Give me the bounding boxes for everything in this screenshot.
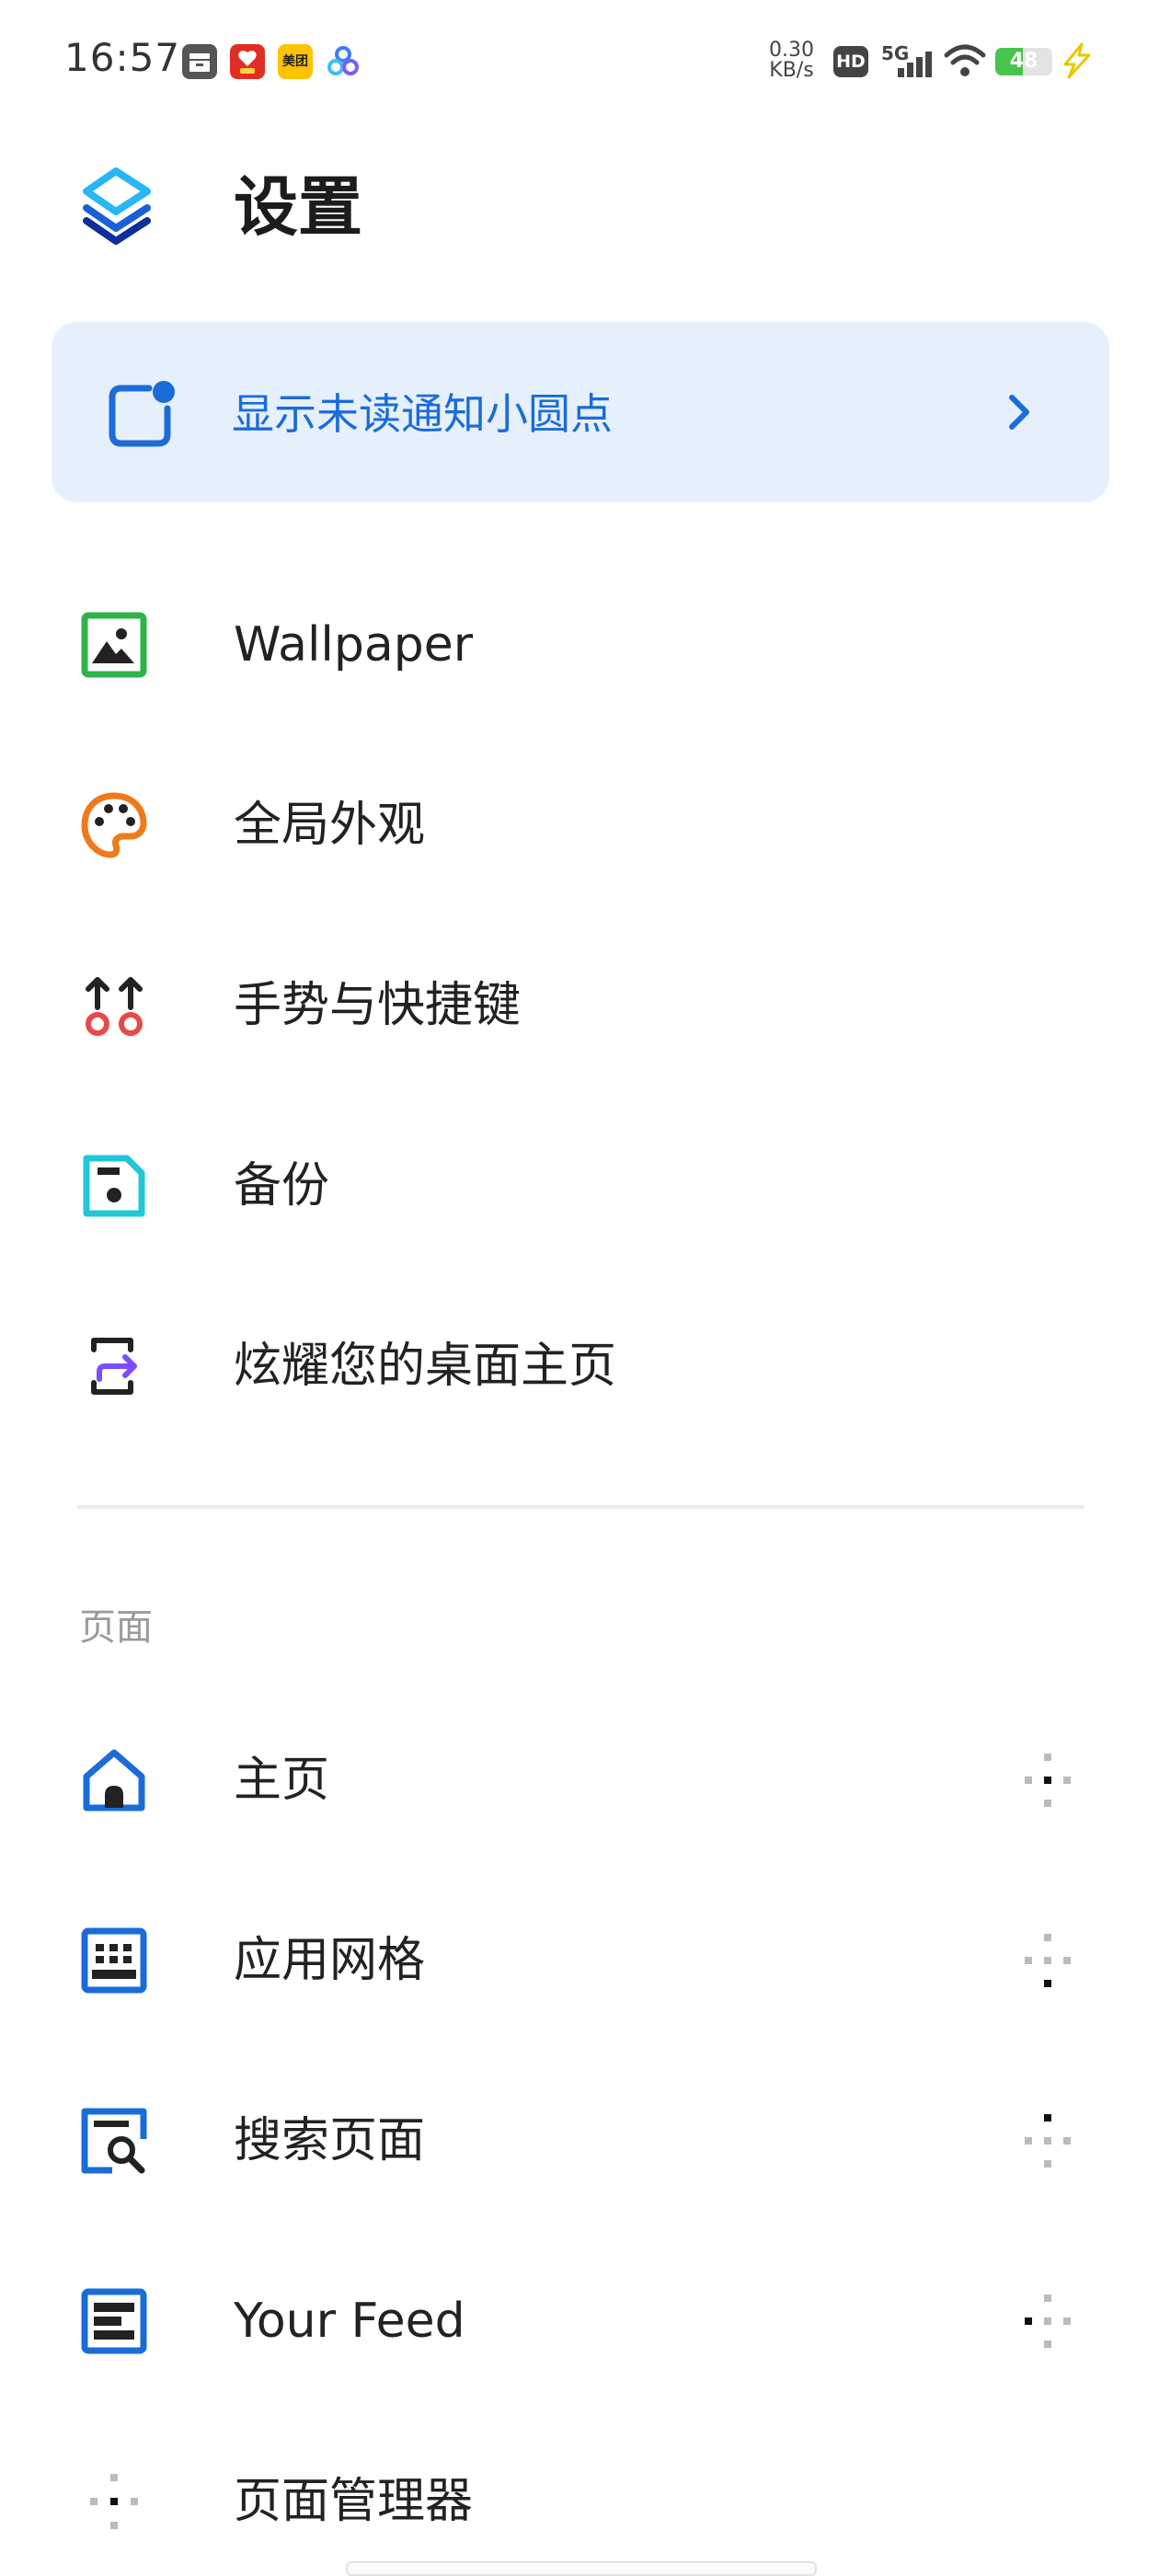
battery-level: 48 [1009,50,1039,73]
share-screen-icon [79,1331,149,1401]
page-item-label: 应用网格 [234,1933,426,1988]
settings-item-gestures[interactable]: 手势与快捷键 [0,937,1159,1075]
palette-icon [79,790,149,860]
charging-bolt-icon [1058,42,1095,79]
meituan-app-icon: 美团 [278,44,313,79]
drag-handle-icon[interactable] [1016,1928,1080,1993]
page-item-feed[interactable]: Your Feed [0,2252,1159,2390]
page-item-label: 主页 [234,1753,330,1808]
page-manager-icon [79,2467,149,2536]
network-speed-value: 0.30 [769,39,814,62]
drag-handle-icon[interactable] [1016,2109,1080,2173]
settings-item-label: 炫耀您的桌面主页 [234,1339,617,1394]
app-grid-icon [79,1926,149,1995]
chevron-right-icon [999,390,1039,434]
settings-item-share-home[interactable]: 炫耀您的桌面主页 [0,1297,1159,1435]
wallpaper-icon [79,610,149,680]
feed-icon [79,2286,149,2356]
divider [77,1505,1084,1509]
battery-indicator: 48 [995,48,1052,75]
backup-icon [79,1151,149,1221]
settings-item-label: Wallpaper [234,617,474,673]
gesture-bar[interactable] [346,2561,817,2576]
section-title-pages: 页面 [79,1606,153,1649]
search-page-icon [79,2106,149,2176]
page-item-home[interactable]: 主页 [0,1711,1159,1849]
page-item-app-grid[interactable]: 应用网格 [0,1892,1159,2030]
settings-item-label: 备份 [234,1158,330,1213]
page-item-label: 页面管理器 [234,2474,474,2529]
wifi-icon [944,42,986,79]
signal-icon: 5G [881,42,936,81]
home-icon [79,1745,149,1815]
pinduoduo-app-icon [230,44,265,79]
layers-logo-icon [79,164,155,247]
status-time: 16:57 [64,35,181,80]
page-item-label: Your Feed [234,2294,465,2349]
gesture-icon [79,971,149,1041]
drag-handle-icon[interactable] [1016,2289,1080,2353]
page-item-label: 搜索页面 [234,2113,426,2168]
page-title: 设置 [234,169,362,245]
cloud-app-icon [326,44,361,79]
settings-item-label: 全局外观 [234,798,426,853]
notification-dot-icon [107,379,177,449]
banner-label: 显示未读通知小圆点 [232,389,613,439]
settings-item-appearance[interactable]: 全局外观 [0,756,1159,894]
settings-item-label: 手势与快捷键 [234,978,522,1033]
storage-icon [182,44,217,79]
settings-item-backup[interactable]: 备份 [0,1117,1159,1255]
hd-badge: HD [833,46,868,77]
network-speed: 0.30 KB/s [769,40,814,81]
network-speed-unit: KB/s [769,59,814,82]
page-item-search[interactable]: 搜索页面 [0,2072,1159,2210]
drag-handle-icon[interactable] [1016,1748,1080,1812]
page-item-page-manager[interactable]: 页面管理器 [0,2432,1159,2570]
status-bar: 16:57 美团 0.30 KB/s HD 5G 48 [0,0,1159,120]
settings-item-wallpaper[interactable]: Wallpaper [0,576,1159,714]
notification-dot-banner[interactable]: 显示未读通知小圆点 [52,322,1109,502]
